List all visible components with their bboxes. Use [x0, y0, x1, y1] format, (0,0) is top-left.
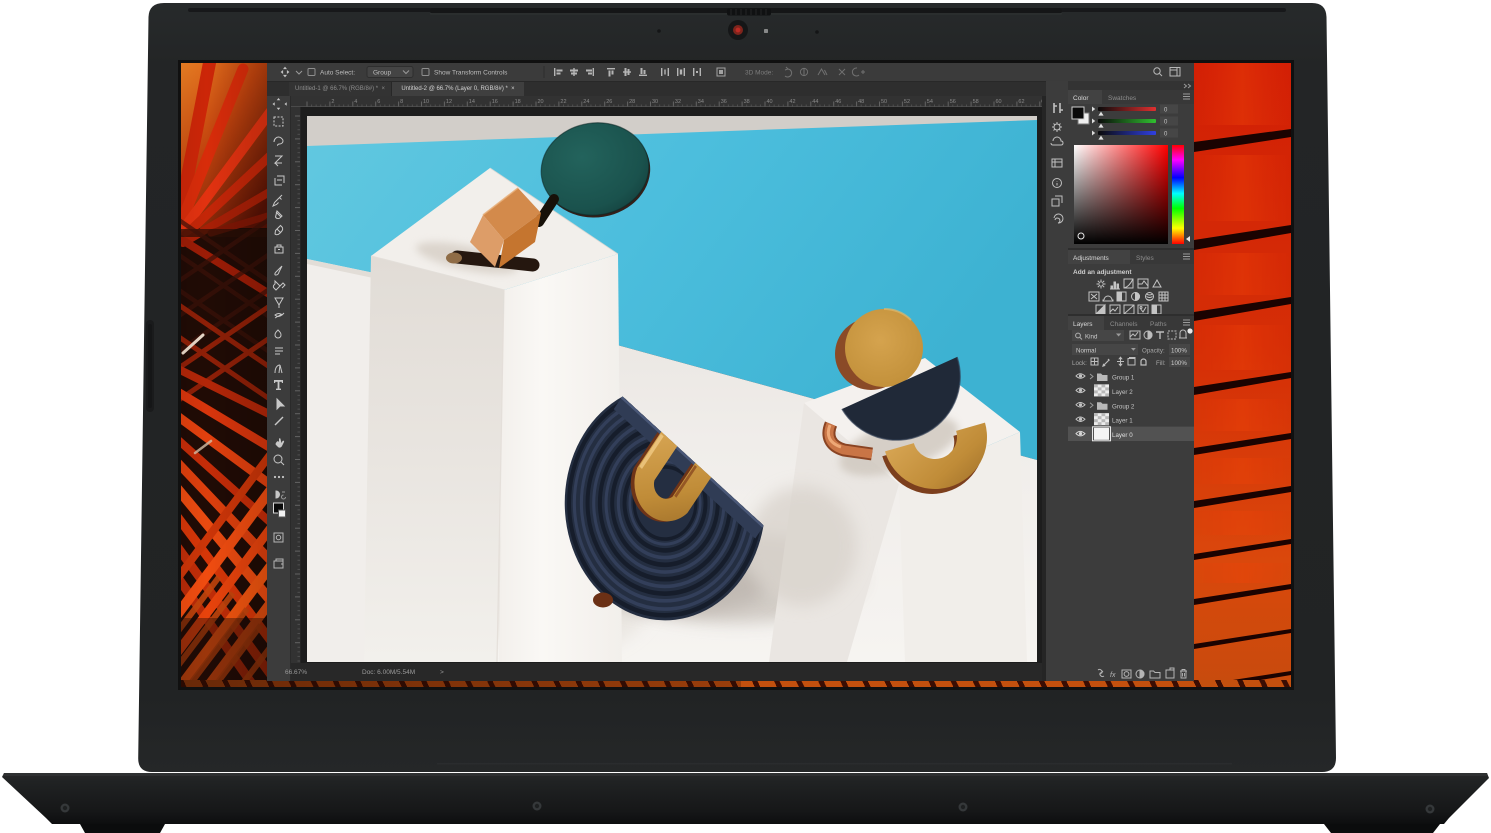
- svg-text:22: 22: [560, 99, 566, 105]
- svg-text:Kind: Kind: [1085, 334, 1098, 341]
- svg-text:34: 34: [698, 99, 704, 105]
- svg-text:Swatches: Swatches: [1108, 95, 1137, 102]
- svg-text:Layer 1: Layer 1: [1112, 418, 1133, 425]
- svg-text:32: 32: [675, 99, 681, 105]
- svg-text:Color: Color: [1073, 95, 1089, 102]
- svg-text:14: 14: [469, 99, 475, 105]
- svg-text:Group 1: Group 1: [1112, 375, 1135, 382]
- svg-text:100%: 100%: [1171, 360, 1187, 367]
- svg-text:42: 42: [789, 99, 795, 105]
- svg-text:16: 16: [492, 99, 498, 105]
- svg-text:Lock:: Lock:: [1072, 360, 1087, 367]
- svg-text:Group: Group: [373, 70, 391, 77]
- svg-text:24: 24: [583, 99, 589, 105]
- svg-text:46: 46: [835, 99, 841, 105]
- svg-text:Fill:: Fill:: [1156, 360, 1166, 367]
- svg-text:54: 54: [927, 99, 933, 105]
- svg-text:18: 18: [515, 99, 521, 105]
- svg-text:Group 2: Group 2: [1112, 403, 1135, 410]
- svg-text:Normal: Normal: [1076, 348, 1096, 355]
- svg-text:Show Transform Controls: Show Transform Controls: [434, 70, 508, 77]
- svg-text:Opacity:: Opacity:: [1142, 348, 1165, 355]
- svg-text:Auto Select:: Auto Select:: [320, 70, 355, 77]
- svg-text:62: 62: [1018, 99, 1024, 105]
- svg-text:2: 2: [331, 99, 334, 105]
- svg-text:40: 40: [767, 99, 773, 105]
- svg-text:48: 48: [858, 99, 864, 105]
- svg-text:4: 4: [354, 99, 357, 105]
- svg-text:44: 44: [812, 99, 818, 105]
- svg-text:100%: 100%: [1171, 348, 1187, 355]
- svg-text:36: 36: [721, 99, 727, 105]
- svg-text:Layer 0: Layer 0: [1112, 432, 1133, 439]
- svg-text:8: 8: [400, 99, 403, 105]
- svg-text:Paths: Paths: [1150, 321, 1167, 328]
- svg-text:50: 50: [881, 99, 887, 105]
- svg-text:60: 60: [996, 99, 1002, 105]
- svg-text:20: 20: [538, 99, 544, 105]
- svg-text:12: 12: [446, 99, 452, 105]
- svg-text:30: 30: [652, 99, 658, 105]
- svg-text:Channels: Channels: [1110, 321, 1138, 328]
- svg-text:Layer 2: Layer 2: [1112, 389, 1133, 396]
- svg-text:3D Mode:: 3D Mode:: [745, 70, 773, 77]
- svg-text:Layers: Layers: [1073, 321, 1093, 328]
- svg-text:58: 58: [973, 99, 979, 105]
- svg-text:Styles: Styles: [1136, 255, 1154, 262]
- svg-text:Adjustments: Adjustments: [1073, 255, 1110, 262]
- svg-text:6: 6: [377, 99, 380, 105]
- svg-text:28: 28: [629, 99, 635, 105]
- svg-text:fx: fx: [1110, 672, 1116, 679]
- svg-text:26: 26: [606, 99, 612, 105]
- svg-text:Add an adjustment: Add an adjustment: [1073, 269, 1132, 276]
- svg-text:52: 52: [904, 99, 910, 105]
- svg-text:38: 38: [744, 99, 750, 105]
- svg-text:10: 10: [423, 99, 429, 105]
- svg-text:56: 56: [950, 99, 956, 105]
